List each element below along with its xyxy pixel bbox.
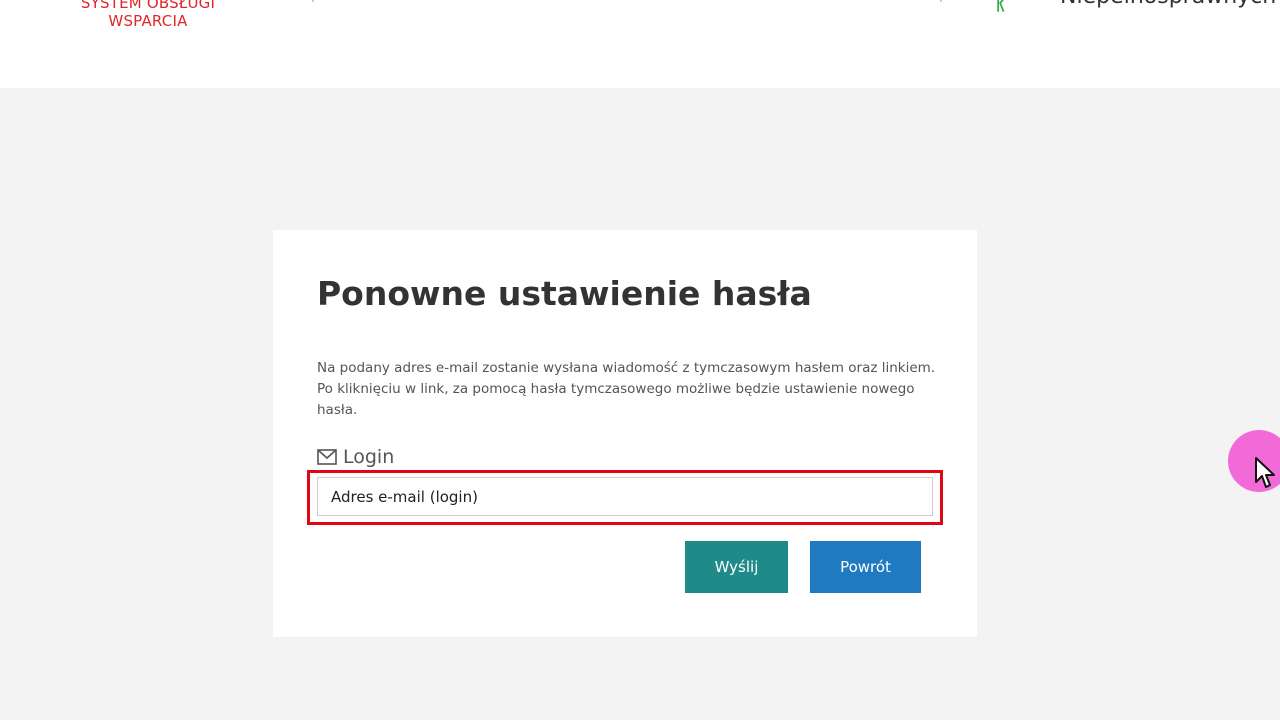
site-logo[interactable]: SYSTEM OBSŁUGI WSPARCIA — [78, 0, 218, 30]
site-header: SYSTEM OBSŁUGI WSPARCIA ᚱ Niepełnosprawn… — [0, 0, 1280, 88]
send-button[interactable]: Wyślij — [685, 541, 788, 593]
mouse-cursor-icon — [1255, 457, 1275, 488]
password-reset-card: Ponowne ustawienie hasła Na podany adres… — [273, 230, 977, 637]
header-divider — [940, 0, 942, 2]
page-title: Ponowne ustawienie hasła — [317, 274, 812, 313]
envelope-icon — [317, 449, 337, 465]
login-label-row: Login — [317, 446, 394, 468]
logo-line-1: SYSTEM OBSŁUGI — [80, 0, 216, 12]
header-divider — [312, 0, 314, 2]
login-label: Login — [343, 446, 395, 468]
reset-description: Na podany adres e-mail zostanie wysłana … — [317, 360, 936, 418]
partner-name[interactable]: Niepełnosprawnych — [1060, 0, 1276, 9]
back-button[interactable]: Powrót — [810, 541, 921, 593]
login-email-input[interactable] — [317, 477, 933, 516]
partner-logo-icon: ᚱ — [994, 0, 1008, 15]
logo-line-2: WSPARCIA — [108, 12, 188, 30]
